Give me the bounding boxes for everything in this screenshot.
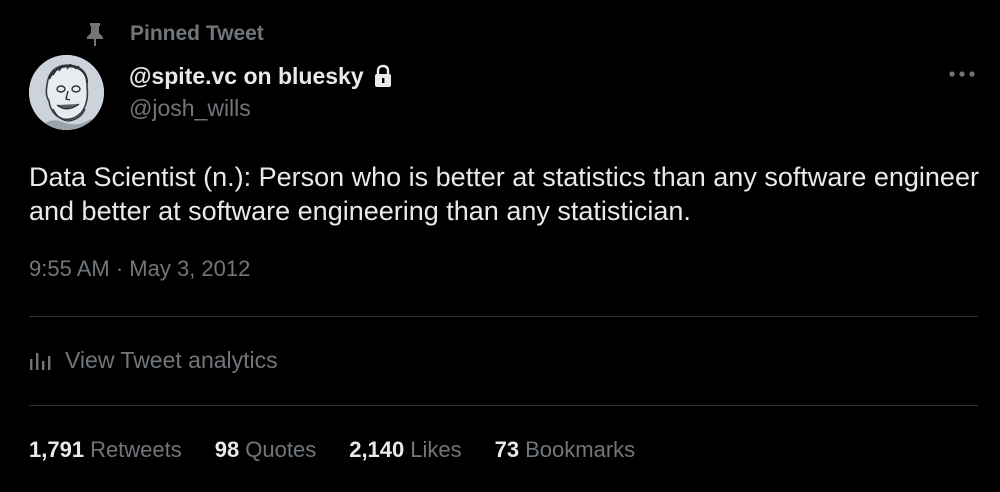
tweet-date[interactable]: May 3, 2012 bbox=[129, 256, 250, 281]
divider bbox=[29, 405, 978, 406]
avatar[interactable] bbox=[29, 55, 104, 130]
lock-icon bbox=[372, 64, 394, 88]
display-name[interactable]: @spite.vc on bluesky bbox=[129, 63, 364, 90]
stat-label: Likes bbox=[410, 437, 462, 462]
stat-label: Quotes bbox=[245, 437, 317, 462]
analytics-icon bbox=[29, 349, 53, 371]
tweet-timestamp[interactable]: 9:55 AM · May 3, 2012 bbox=[29, 256, 250, 282]
bookmarks-stat[interactable]: 73 Bookmarks bbox=[495, 437, 636, 463]
stat-label: Retweets bbox=[90, 437, 182, 462]
stat-label: Bookmarks bbox=[525, 437, 636, 462]
view-analytics-link[interactable]: View Tweet analytics bbox=[29, 344, 278, 376]
stat-count: 73 bbox=[494, 437, 520, 462]
timestamp-separator: · bbox=[115, 256, 124, 281]
tweet-text: Data Scientist (n.): Person who is bette… bbox=[29, 162, 979, 226]
engagement-stats: 1,791 Retweets 98 Quotes 2,140 Likes 73 … bbox=[29, 434, 668, 466]
retweets-stat[interactable]: 1,791 Retweets bbox=[29, 437, 182, 463]
more-horizontal-icon bbox=[948, 65, 976, 83]
stat-count: 98 bbox=[214, 437, 240, 462]
pin-icon bbox=[84, 22, 106, 46]
divider bbox=[29, 316, 978, 317]
author-handle[interactable]: @josh_wills bbox=[129, 95, 251, 122]
quotes-stat[interactable]: 98 Quotes bbox=[215, 437, 316, 463]
likes-stat[interactable]: 2,140 Likes bbox=[349, 437, 461, 463]
stat-count: 1,791 bbox=[29, 437, 85, 462]
author-name-row[interactable]: @spite.vc on bluesky bbox=[129, 60, 394, 92]
stat-count: 2,140 bbox=[349, 437, 405, 462]
pinned-label: Pinned Tweet bbox=[130, 22, 264, 45]
pinned-indicator: Pinned Tweet bbox=[84, 20, 264, 48]
tweet-time[interactable]: 9:55 AM bbox=[29, 256, 110, 281]
more-options-button[interactable] bbox=[944, 60, 980, 88]
analytics-label[interactable]: View Tweet analytics bbox=[65, 347, 278, 374]
